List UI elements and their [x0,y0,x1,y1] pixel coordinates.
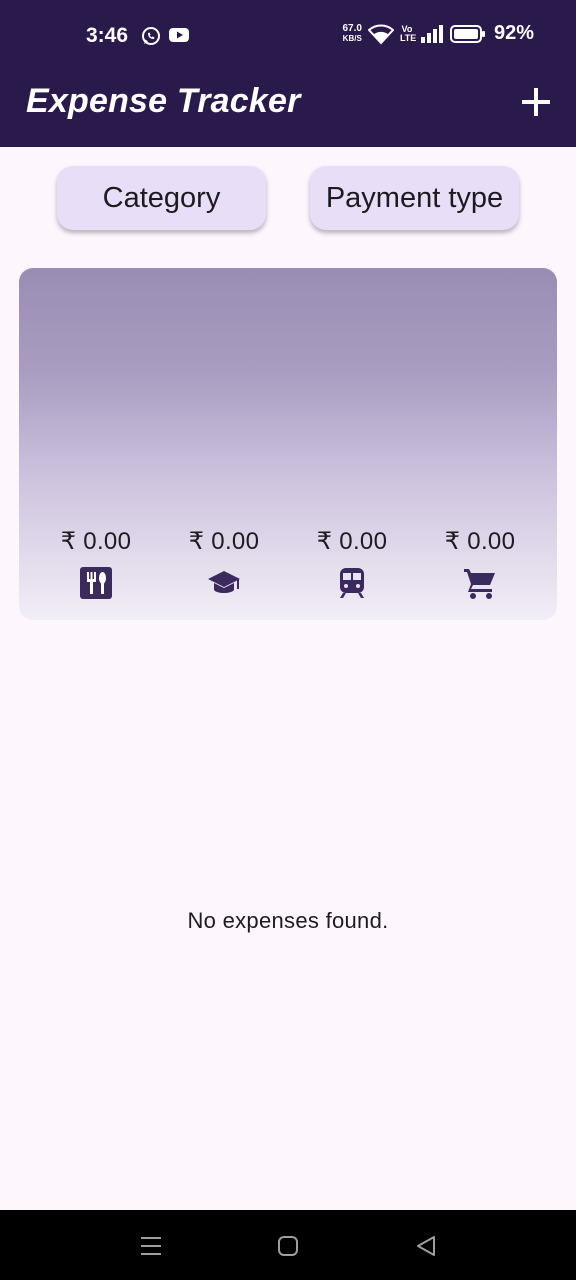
menu-icon[interactable] [139,1234,163,1258]
net-speed: 67.0 KB/S [342,22,362,44]
signal-icon [420,24,443,43]
home-icon[interactable] [276,1234,300,1258]
restaurant-icon [80,567,112,599]
battery-icon [449,24,485,43]
amount-shopping: ₹ 0.00 [444,528,516,555]
chart-bars: ₹ 0.00 ₹ 0.00 ₹ 0.00 ₹ 0.00 [19,268,557,620]
whatsapp-icon [142,27,160,45]
bar-transport: ₹ 0.00 [288,268,416,620]
app-title: Expense Tracker [26,82,301,120]
system-nav-bar [0,1210,576,1280]
status-bar: 3:46 67.0 KB/S Vo LTE 92% [0,0,576,72]
amount-education: ₹ 0.00 [188,528,260,555]
bar-education: ₹ 0.00 [160,268,288,620]
bar-food: ₹ 0.00 [32,268,160,620]
net-speed-value: 67.0 [342,22,362,34]
volte-badge: Vo LTE [399,23,417,43]
add-expense-button[interactable] [520,86,552,118]
school-icon [208,571,240,593]
youtube-icon [169,28,189,42]
amount-transport: ₹ 0.00 [316,528,388,555]
shopping-cart-icon [464,569,495,599]
battery-percent: 92% [493,22,534,44]
category-button[interactable]: Category [57,166,266,230]
train-icon [340,568,364,598]
empty-state-message: No expenses found. [187,908,389,933]
status-right-cluster: 67.0 KB/S Vo LTE 92% [343,22,535,45]
bar-shopping: ₹ 0.00 [416,268,544,620]
expense-summary-chart: ₹ 0.00 ₹ 0.00 ₹ 0.00 ₹ 0.00 [19,268,557,620]
wifi-icon [367,24,394,44]
amount-food: ₹ 0.00 [60,528,132,555]
status-time: 3:46 [86,24,129,47]
net-speed-unit: KB/S [342,33,362,43]
back-icon[interactable] [414,1234,438,1258]
app-bar: Expense Tracker [0,72,576,147]
payment-type-button[interactable]: Payment type [310,166,519,230]
